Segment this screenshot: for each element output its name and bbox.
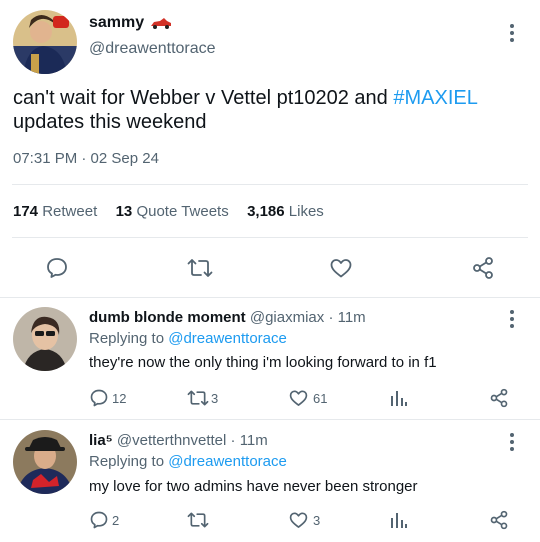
quote-count: 13 [115, 203, 133, 220]
reply-author-name[interactable]: lia⁵ [89, 432, 113, 449]
reply-text: they're now the only thing i'm looking f… [89, 354, 437, 371]
reply-author-handle[interactable]: @giaxmiax [250, 309, 324, 326]
share-icon[interactable] [489, 388, 509, 408]
reply-avatar[interactable] [13, 430, 77, 494]
reply-icon[interactable] [89, 388, 109, 408]
reply-text: my love for two admins have never been s… [89, 478, 418, 495]
replying-to-label: Replying to [89, 330, 169, 347]
analytics-icon[interactable] [389, 510, 409, 530]
more-options-icon[interactable] [510, 24, 514, 42]
tweet-stats: 174 Retweet 13 Quote Tweets 3,186 Likes [13, 203, 324, 220]
replying-to-label: Replying to [89, 453, 169, 470]
like-icon[interactable] [288, 388, 309, 408]
reply-time[interactable]: · 11m [328, 309, 365, 326]
tweet-author-name[interactable]: sammy [89, 14, 144, 32]
more-options-icon[interactable] [510, 310, 514, 328]
tweet-text-part: updates this weekend [13, 111, 207, 133]
retweet-label: Retweet [42, 203, 98, 220]
like-count: 3 [313, 513, 321, 528]
quote-stat[interactable]: 13 Quote Tweets [116, 203, 229, 220]
like-count: 61 [313, 391, 328, 406]
reply-avatar[interactable] [13, 307, 77, 371]
replying-to-link[interactable]: @dreawenttorace [168, 330, 287, 347]
reply-count: 12 [112, 391, 127, 406]
replying-to-link[interactable]: @dreawenttorace [168, 453, 287, 470]
share-icon[interactable] [489, 510, 509, 530]
retweet-icon[interactable] [187, 256, 213, 280]
tweet-timestamp[interactable]: 07:31 PM · 02 Sep 24 [13, 150, 159, 167]
divider [12, 237, 528, 238]
reply-icon[interactable] [45, 256, 69, 280]
divider [0, 419, 540, 420]
like-label: Likes [288, 203, 324, 220]
quote-label: Quote Tweets [136, 203, 229, 220]
like-icon[interactable] [329, 256, 353, 280]
retweet-count: 3 [211, 391, 219, 406]
reply-author-name[interactable]: dumb blonde moment [89, 309, 246, 326]
analytics-icon[interactable] [389, 388, 409, 408]
car-emoji-icon [150, 17, 172, 29]
reply-author-handle[interactable]: @vetterthnvettel [117, 432, 226, 449]
like-stat[interactable]: 3,186 Likes [247, 203, 324, 220]
reply-time[interactable]: · 11m [231, 432, 268, 449]
retweet-icon[interactable] [187, 510, 209, 530]
reply-icon[interactable] [89, 510, 109, 530]
more-options-icon[interactable] [510, 433, 514, 451]
like-icon[interactable] [288, 510, 309, 530]
reply-count: 2 [112, 513, 120, 528]
retweet-icon[interactable] [187, 388, 209, 408]
retweet-count: 174 [13, 203, 39, 220]
tweet-author-handle[interactable]: @dreawenttorace [89, 40, 216, 58]
retweet-stat[interactable]: 174 Retweet [13, 203, 97, 220]
share-icon[interactable] [471, 256, 495, 280]
tweet-text: can't wait for Webber v Vettel pt10202 a… [13, 86, 538, 134]
like-count: 3,186 [247, 203, 285, 220]
avatar[interactable] [13, 10, 77, 74]
tweet-text-part: can't wait for Webber v Vettel pt10202 a… [13, 87, 394, 109]
divider [0, 297, 540, 298]
divider [12, 184, 528, 185]
hashtag-link[interactable]: #MAXIEL [393, 87, 477, 109]
